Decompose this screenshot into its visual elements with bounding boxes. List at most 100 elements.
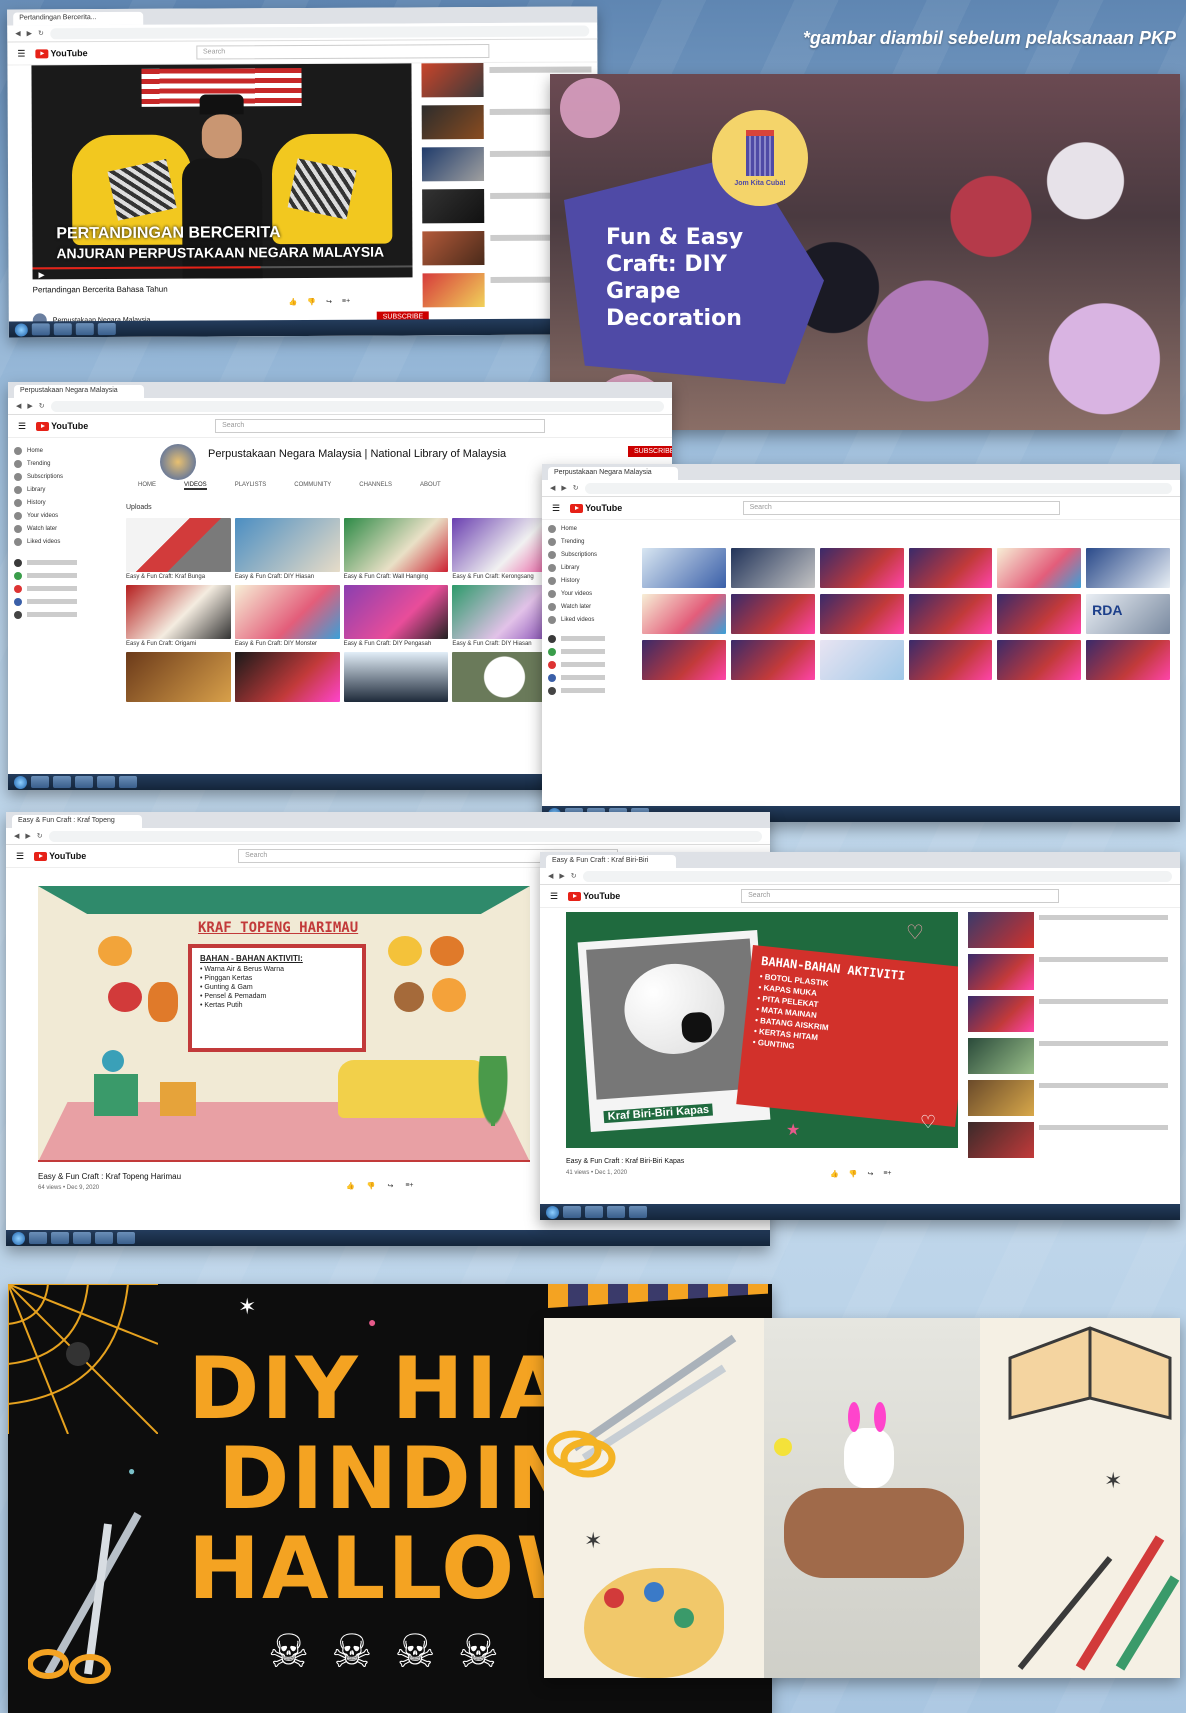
sidebar-item[interactable]: Watch later — [548, 600, 628, 613]
forward-icon[interactable]: ▶ — [561, 484, 566, 492]
save-icon[interactable]: ≡+ — [342, 298, 350, 306]
taskbar-app-icon[interactable] — [119, 776, 137, 788]
menu-icon[interactable]: ☰ — [18, 421, 26, 432]
subscription-item[interactable] — [548, 632, 628, 645]
subscription-item[interactable] — [548, 684, 628, 697]
sidebar-item[interactable]: Library — [14, 483, 104, 496]
video-player[interactable]: KRAF TOPENG HARIMAU BAHAN - BAHAN AKTIVI… — [38, 886, 530, 1162]
video-progress-bar[interactable] — [38, 1160, 530, 1162]
dislike-icon[interactable]: 👎 — [367, 1182, 376, 1190]
video-player[interactable]: Kraf Biri-Biri Kapas BAHAN-BAHAN AKTIVIT… — [566, 912, 958, 1148]
play-icon[interactable]: ▶ — [39, 270, 45, 279]
youtube-logo[interactable]: YouTube — [35, 48, 88, 58]
save-icon[interactable]: ≡+ — [883, 1170, 891, 1178]
like-icon[interactable]: 👍 — [830, 1170, 839, 1178]
subscription-item[interactable] — [548, 658, 628, 671]
subscription-item[interactable] — [14, 582, 104, 595]
video-card[interactable] — [730, 548, 815, 588]
taskbar-app-icon[interactable] — [607, 1206, 625, 1218]
url-field[interactable] — [582, 870, 1172, 882]
reload-icon[interactable]: ↻ — [38, 29, 44, 37]
sidebar-item[interactable]: Liked videos — [14, 535, 104, 548]
menu-icon[interactable]: ☰ — [16, 851, 24, 862]
taskbar-app-icon[interactable] — [95, 1232, 113, 1244]
tab-about[interactable]: ABOUT — [420, 482, 441, 490]
forward-icon[interactable]: ▶ — [27, 402, 32, 410]
youtube-logo[interactable]: YouTube — [570, 503, 622, 513]
menu-icon[interactable]: ☰ — [550, 891, 558, 902]
youtube-logo[interactable]: YouTube — [34, 851, 86, 861]
start-icon[interactable] — [14, 775, 27, 789]
search-input[interactable]: Search — [215, 419, 546, 433]
taskbar-app-icon[interactable] — [563, 1206, 581, 1218]
video-card[interactable] — [908, 640, 993, 680]
channel-avatar[interactable] — [160, 444, 196, 480]
subscription-item[interactable] — [14, 556, 104, 569]
video-card[interactable] — [234, 652, 340, 702]
like-icon[interactable]: 👍 — [346, 1182, 355, 1190]
video-card[interactable] — [730, 640, 815, 680]
video-card[interactable] — [126, 652, 231, 702]
youtube-logo[interactable]: YouTube — [568, 891, 620, 901]
back-icon[interactable]: ◀ — [15, 29, 20, 37]
video-card[interactable] — [1086, 548, 1170, 588]
taskbar-app-icon[interactable] — [629, 1206, 647, 1218]
tab-home[interactable]: HOME — [138, 482, 156, 490]
taskbar-app-icon[interactable] — [75, 323, 94, 336]
sidebar-item[interactable]: Liked videos — [548, 613, 628, 626]
tab-channels[interactable]: CHANNELS — [359, 482, 392, 490]
tab-playlists[interactable]: PLAYLISTS — [235, 482, 267, 490]
subscription-item[interactable] — [14, 569, 104, 582]
url-field[interactable] — [48, 830, 762, 842]
browser-tab[interactable]: Easy & Fun Craft : Kraf Biri-Biri — [546, 855, 676, 868]
video-card[interactable] — [343, 652, 449, 702]
subscription-item[interactable] — [14, 595, 104, 608]
taskbar-app-icon[interactable] — [117, 1232, 135, 1244]
menu-icon[interactable]: ☰ — [17, 48, 25, 59]
forward-icon[interactable]: ▶ — [25, 832, 30, 840]
sidebar-item[interactable]: Home — [14, 444, 104, 457]
video-card[interactable]: Easy & Fun Craft: Kraf Bunga — [126, 518, 231, 581]
video-card[interactable] — [642, 594, 726, 634]
browser-tab[interactable]: Perpustakaan Negara Malaysia — [548, 467, 678, 480]
video-card[interactable] — [1086, 640, 1170, 680]
taskbar-app-icon[interactable] — [97, 776, 115, 788]
taskbar-app-icon[interactable] — [53, 776, 71, 788]
sidebar-item[interactable]: Your videos — [548, 587, 628, 600]
subscribe-button[interactable]: SUBSCRIBE — [628, 446, 672, 457]
taskbar-app-icon[interactable] — [31, 323, 50, 336]
forward-icon[interactable]: ▶ — [559, 872, 564, 880]
video-card[interactable]: Easy & Fun Craft: Origami — [126, 585, 231, 648]
start-icon[interactable] — [14, 322, 28, 337]
sidebar-item[interactable]: Subscriptions — [14, 470, 104, 483]
video-card[interactable]: Easy & Fun Craft: Wall Hanging — [343, 518, 449, 581]
dislike-icon[interactable]: 👎 — [307, 298, 316, 306]
save-icon[interactable]: ≡+ — [405, 1182, 413, 1190]
video-card[interactable] — [997, 594, 1082, 634]
taskbar-app-icon[interactable] — [53, 323, 72, 336]
reload-icon[interactable]: ↻ — [37, 832, 43, 840]
like-icon[interactable]: 👍 — [289, 298, 298, 306]
uploads-label[interactable]: Uploads — [126, 504, 152, 511]
reload-icon[interactable]: ↻ — [571, 872, 577, 880]
dislike-icon[interactable]: 👎 — [849, 1170, 858, 1178]
video-card[interactable] — [642, 640, 726, 680]
video-card[interactable] — [819, 548, 904, 588]
url-field[interactable] — [584, 482, 1172, 494]
sidebar-item[interactable]: Watch later — [14, 522, 104, 535]
sidebar-item[interactable]: Trending — [548, 535, 628, 548]
taskbar-app-icon[interactable] — [73, 1232, 91, 1244]
subscription-item[interactable] — [548, 645, 628, 658]
video-card[interactable] — [908, 548, 993, 588]
start-icon[interactable] — [546, 1205, 559, 1219]
share-icon[interactable]: ↪ — [867, 1170, 873, 1178]
taskbar-app-icon[interactable] — [51, 1232, 69, 1244]
tab-community[interactable]: COMMUNITY — [294, 482, 331, 490]
sidebar-item[interactable]: Library — [548, 561, 628, 574]
back-icon[interactable]: ◀ — [550, 484, 555, 492]
taskbar-app-icon[interactable] — [585, 1206, 603, 1218]
video-card[interactable] — [908, 594, 993, 634]
menu-icon[interactable]: ☰ — [552, 503, 560, 514]
video-card[interactable]: Easy & Fun Craft: DIY Hiasan — [234, 518, 340, 581]
browser-tab[interactable]: Easy & Fun Craft : Kraf Topeng — [12, 815, 142, 828]
